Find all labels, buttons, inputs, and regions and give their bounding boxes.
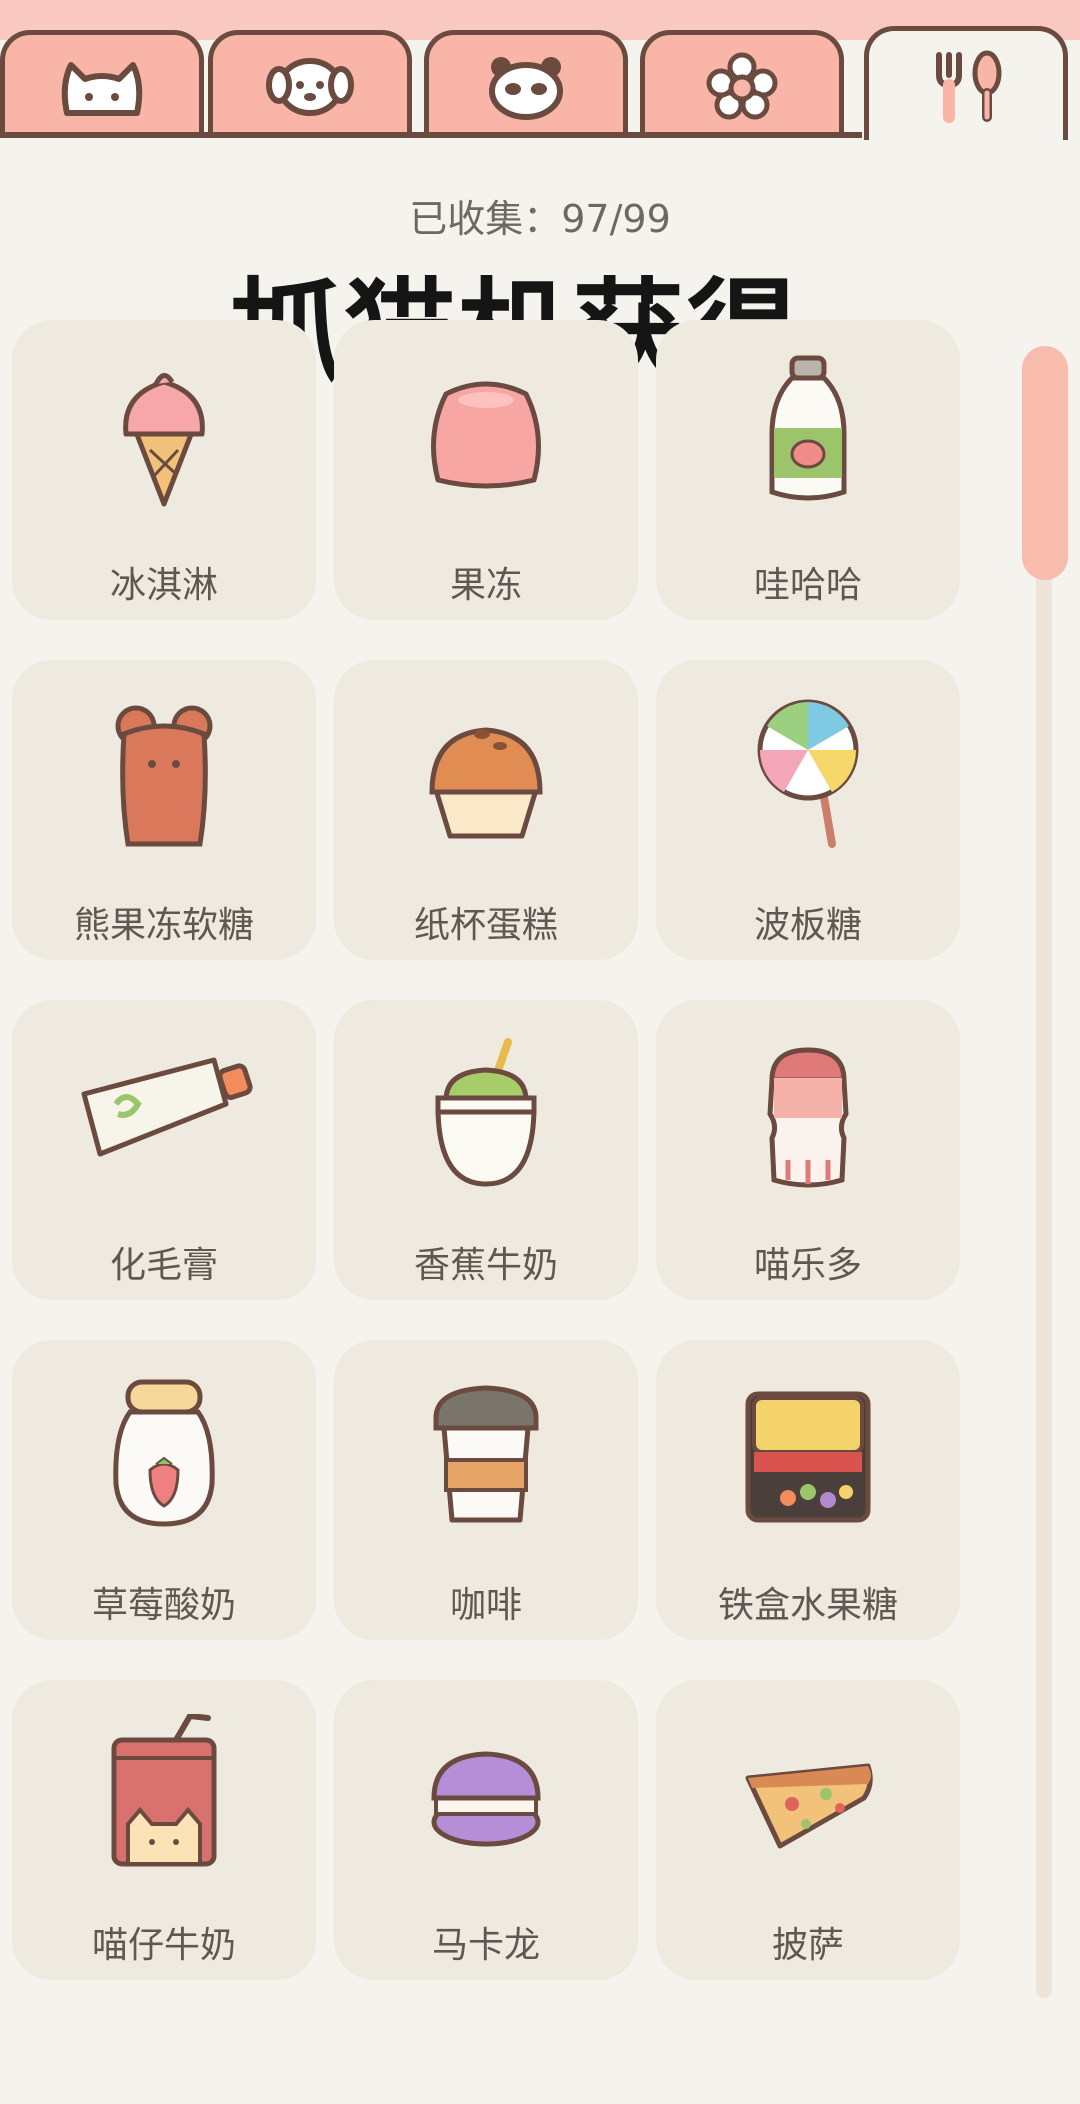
item-name: 纸杯蛋糕	[413, 905, 558, 946]
tab-food[interactable]	[864, 26, 1068, 142]
coffee-cup-icon	[386, 1374, 586, 1534]
item-card-kitty-milk[interactable]: 喵仔牛奶	[12, 1680, 316, 1980]
item-name: 草莓酸奶	[91, 1585, 236, 1626]
item-card-pizza[interactable]: 披萨	[656, 1680, 960, 1980]
milk-carton-icon	[64, 1712, 264, 1874]
pizza-slice-icon	[708, 1714, 908, 1874]
item-card-cupcake[interactable]: 纸杯蛋糕	[334, 660, 638, 960]
yogurt-drink-icon	[708, 1034, 908, 1194]
tab-flowers[interactable]	[640, 30, 844, 138]
item-card-jelly[interactable]: 果冻	[334, 320, 638, 620]
ice-cream-icon	[64, 354, 264, 514]
cat-face-icon	[47, 45, 157, 129]
item-card-macaron[interactable]: 马卡龙	[334, 1680, 638, 1980]
item-card-ice-cream[interactable]: 冰淇淋	[12, 320, 316, 620]
scrollbar-track[interactable]	[1036, 350, 1052, 1998]
item-card-gummy-bear[interactable]: 熊果冻软糖	[12, 660, 316, 960]
item-grid: 冰淇淋 果冻 哇哈哈 熊果冻软糖 纸杯蛋糕 波板糖 化毛膏 香蕉牛奶 喵乐多 草…	[12, 320, 962, 1980]
item-name: 喵乐多	[753, 1245, 862, 1286]
collected-count: 已收集：97/99	[409, 197, 671, 241]
item-name: 披萨	[771, 1925, 844, 1966]
gummy-bear-icon	[64, 694, 264, 854]
item-name: 化毛膏	[109, 1245, 218, 1286]
item-name: 哇哈哈	[753, 565, 862, 606]
tab-bar-underline	[0, 132, 862, 138]
item-name: 咖啡	[449, 1585, 522, 1626]
scrollbar-thumb[interactable]	[1022, 346, 1068, 580]
banana-milk-icon	[386, 1034, 586, 1194]
tab-cats[interactable]	[0, 30, 204, 138]
cupcake-icon	[386, 694, 586, 854]
item-name: 果冻	[449, 565, 522, 606]
paste-tube-icon	[64, 1034, 264, 1194]
item-card-miaoleduo[interactable]: 喵乐多	[656, 1000, 960, 1300]
item-name: 香蕉牛奶	[413, 1245, 558, 1286]
item-name: 冰淇淋	[109, 565, 218, 606]
item-name: 马卡龙	[431, 1925, 540, 1966]
item-card-banana-milk[interactable]: 香蕉牛奶	[334, 1000, 638, 1300]
tab-dogs[interactable]	[208, 30, 412, 138]
fork-spoon-icon	[911, 45, 1021, 129]
item-name: 熊果冻软糖	[73, 905, 254, 946]
jelly-icon	[386, 354, 586, 514]
dog-face-icon	[255, 45, 365, 129]
drink-bottle-icon	[708, 354, 908, 514]
category-tab-bar	[0, 0, 1080, 142]
item-card-lollipop[interactable]: 波板糖	[656, 660, 960, 960]
item-name: 波板糖	[753, 905, 862, 946]
flower-icon	[687, 45, 797, 129]
strawberry-yogurt-icon	[64, 1374, 264, 1534]
panda-face-icon	[471, 45, 581, 129]
item-card-hairball-paste[interactable]: 化毛膏	[12, 1000, 316, 1300]
lollipop-icon	[708, 694, 908, 854]
item-card-candy-tin[interactable]: 铁盒水果糖	[656, 1340, 960, 1640]
item-name: 喵仔牛奶	[91, 1925, 236, 1966]
item-name: 铁盒水果糖	[717, 1585, 898, 1626]
item-card-strawberry-yogurt[interactable]: 草莓酸奶	[12, 1340, 316, 1640]
macaron-icon	[386, 1714, 586, 1874]
candy-tin-icon	[708, 1374, 908, 1534]
item-card-coffee[interactable]: 咖啡	[334, 1340, 638, 1640]
item-card-wahaha[interactable]: 哇哈哈	[656, 320, 960, 620]
tab-pandas[interactable]	[424, 30, 628, 138]
